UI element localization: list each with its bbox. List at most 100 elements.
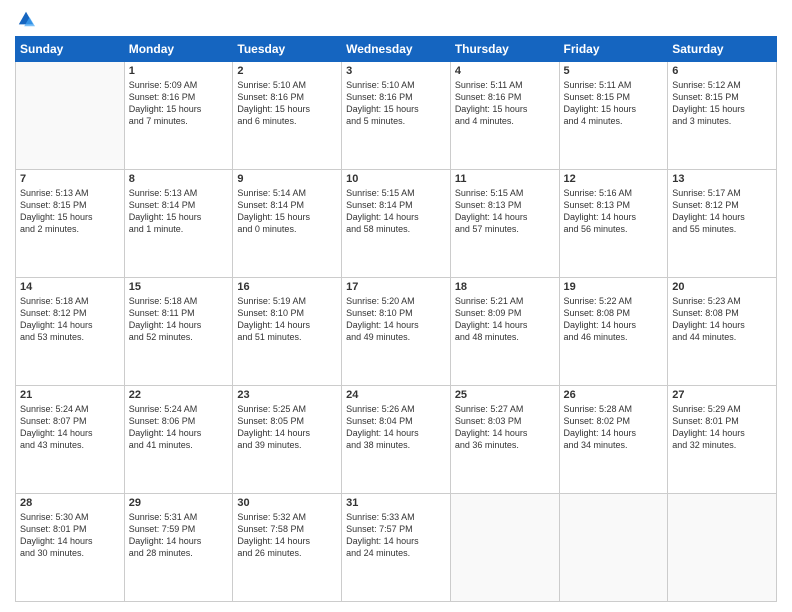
day-info: Sunrise: 5:13 AM Sunset: 8:14 PM Dayligh… xyxy=(129,187,229,236)
day-number: 3 xyxy=(346,65,446,77)
day-cell xyxy=(668,494,777,602)
day-info: Sunrise: 5:10 AM Sunset: 8:16 PM Dayligh… xyxy=(346,79,446,128)
day-cell: 14 Sunrise: 5:18 AM Sunset: 8:12 PM Dayli… xyxy=(16,278,125,386)
day-info: Sunrise: 5:31 AM Sunset: 7:59 PM Dayligh… xyxy=(129,511,229,560)
logo-icon xyxy=(17,10,35,28)
day-cell: 10 Sunrise: 5:15 AM Sunset: 8:14 PM Dayli… xyxy=(342,170,451,278)
day-info: Sunrise: 5:33 AM Sunset: 7:57 PM Dayligh… xyxy=(346,511,446,560)
day-number: 28 xyxy=(20,497,120,509)
day-cell: 8 Sunrise: 5:13 AM Sunset: 8:14 PM Daylig… xyxy=(124,170,233,278)
weekday-header-friday: Friday xyxy=(559,37,668,62)
day-number: 29 xyxy=(129,497,229,509)
day-number: 30 xyxy=(237,497,337,509)
day-info: Sunrise: 5:18 AM Sunset: 8:11 PM Dayligh… xyxy=(129,295,229,344)
day-info: Sunrise: 5:32 AM Sunset: 7:58 PM Dayligh… xyxy=(237,511,337,560)
header xyxy=(15,10,777,28)
day-cell: 21 Sunrise: 5:24 AM Sunset: 8:07 PM Dayli… xyxy=(16,386,125,494)
day-cell: 9Sunrise: 5:14 AM Sunset: 8:14 PM Daylig… xyxy=(233,170,342,278)
week-row-2: 7Sunrise: 5:13 AM Sunset: 8:15 PM Daylig… xyxy=(16,170,777,278)
day-number: 25 xyxy=(455,389,555,401)
weekday-header-tuesday: Tuesday xyxy=(233,37,342,62)
day-info: Sunrise: 5:24 AM Sunset: 8:06 PM Dayligh… xyxy=(129,403,229,452)
day-info: Sunrise: 5:30 AM Sunset: 8:01 PM Dayligh… xyxy=(20,511,120,560)
day-info: Sunrise: 5:15 AM Sunset: 8:13 PM Dayligh… xyxy=(455,187,555,236)
day-cell: 16 Sunrise: 5:19 AM Sunset: 8:10 PM Dayli… xyxy=(233,278,342,386)
week-row-3: 14 Sunrise: 5:18 AM Sunset: 8:12 PM Dayli… xyxy=(16,278,777,386)
day-cell: 12 Sunrise: 5:16 AM Sunset: 8:13 PM Dayli… xyxy=(559,170,668,278)
week-row-4: 21 Sunrise: 5:24 AM Sunset: 8:07 PM Dayli… xyxy=(16,386,777,494)
day-number: 21 xyxy=(20,389,120,401)
day-cell: 24 Sunrise: 5:26 AM Sunset: 8:04 PM Dayli… xyxy=(342,386,451,494)
day-cell: 19Sunrise: 5:22 AM Sunset: 8:08 PM Dayli… xyxy=(559,278,668,386)
day-number: 4 xyxy=(455,65,555,77)
day-cell: 6 Sunrise: 5:12 AM Sunset: 8:15 PM Daylig… xyxy=(668,62,777,170)
day-number: 19 xyxy=(564,281,664,293)
week-row-5: 28 Sunrise: 5:30 AM Sunset: 8:01 PM Dayli… xyxy=(16,494,777,602)
day-number: 1 xyxy=(129,65,229,77)
weekday-header-sunday: Sunday xyxy=(16,37,125,62)
day-info: Sunrise: 5:19 AM Sunset: 8:10 PM Dayligh… xyxy=(237,295,337,344)
calendar-table: SundayMondayTuesdayWednesdayThursdayFrid… xyxy=(15,36,777,602)
day-info: Sunrise: 5:18 AM Sunset: 8:12 PM Dayligh… xyxy=(20,295,120,344)
day-cell: 29 Sunrise: 5:31 AM Sunset: 7:59 PM Dayli… xyxy=(124,494,233,602)
day-cell: 18 Sunrise: 5:21 AM Sunset: 8:09 PM Dayli… xyxy=(450,278,559,386)
day-info: Sunrise: 5:14 AM Sunset: 8:14 PM Dayligh… xyxy=(237,187,337,236)
day-info: Sunrise: 5:24 AM Sunset: 8:07 PM Dayligh… xyxy=(20,403,120,452)
day-info: Sunrise: 5:11 AM Sunset: 8:16 PM Dayligh… xyxy=(455,79,555,128)
day-info: Sunrise: 5:20 AM Sunset: 8:10 PM Dayligh… xyxy=(346,295,446,344)
day-cell: 3 Sunrise: 5:10 AM Sunset: 8:16 PM Daylig… xyxy=(342,62,451,170)
day-cell: 1 Sunrise: 5:09 AM Sunset: 8:16 PM Daylig… xyxy=(124,62,233,170)
day-info: Sunrise: 5:28 AM Sunset: 8:02 PM Dayligh… xyxy=(564,403,664,452)
day-info: Sunrise: 5:25 AM Sunset: 8:05 PM Dayligh… xyxy=(237,403,337,452)
day-info: Sunrise: 5:10 AM Sunset: 8:16 PM Dayligh… xyxy=(237,79,337,128)
day-cell: 17Sunrise: 5:20 AM Sunset: 8:10 PM Dayli… xyxy=(342,278,451,386)
page: SundayMondayTuesdayWednesdayThursdayFrid… xyxy=(0,0,792,612)
day-cell: 2 Sunrise: 5:10 AM Sunset: 8:16 PM Daylig… xyxy=(233,62,342,170)
day-info: Sunrise: 5:12 AM Sunset: 8:15 PM Dayligh… xyxy=(672,79,772,128)
day-number: 23 xyxy=(237,389,337,401)
day-number: 8 xyxy=(129,173,229,185)
day-number: 20 xyxy=(672,281,772,293)
day-info: Sunrise: 5:26 AM Sunset: 8:04 PM Dayligh… xyxy=(346,403,446,452)
weekday-header-thursday: Thursday xyxy=(450,37,559,62)
day-number: 12 xyxy=(564,173,664,185)
day-cell: 7Sunrise: 5:13 AM Sunset: 8:15 PM Daylig… xyxy=(16,170,125,278)
day-info: Sunrise: 5:09 AM Sunset: 8:16 PM Dayligh… xyxy=(129,79,229,128)
day-cell: 31 Sunrise: 5:33 AM Sunset: 7:57 PM Dayli… xyxy=(342,494,451,602)
day-number: 18 xyxy=(455,281,555,293)
day-cell xyxy=(16,62,125,170)
day-info: Sunrise: 5:21 AM Sunset: 8:09 PM Dayligh… xyxy=(455,295,555,344)
day-number: 15 xyxy=(129,281,229,293)
day-cell: 26 Sunrise: 5:28 AM Sunset: 8:02 PM Dayli… xyxy=(559,386,668,494)
day-info: Sunrise: 5:17 AM Sunset: 8:12 PM Dayligh… xyxy=(672,187,772,236)
weekday-header-wednesday: Wednesday xyxy=(342,37,451,62)
day-cell xyxy=(559,494,668,602)
day-number: 14 xyxy=(20,281,120,293)
day-cell: 20Sunrise: 5:23 AM Sunset: 8:08 PM Dayli… xyxy=(668,278,777,386)
day-number: 7 xyxy=(20,173,120,185)
day-number: 5 xyxy=(564,65,664,77)
day-number: 10 xyxy=(346,173,446,185)
day-number: 2 xyxy=(237,65,337,77)
day-cell: 13 Sunrise: 5:17 AM Sunset: 8:12 PM Dayli… xyxy=(668,170,777,278)
day-number: 26 xyxy=(564,389,664,401)
day-number: 27 xyxy=(672,389,772,401)
day-cell: 23 Sunrise: 5:25 AM Sunset: 8:05 PM Dayli… xyxy=(233,386,342,494)
day-info: Sunrise: 5:15 AM Sunset: 8:14 PM Dayligh… xyxy=(346,187,446,236)
day-cell xyxy=(450,494,559,602)
day-cell: 5Sunrise: 5:11 AM Sunset: 8:15 PM Daylig… xyxy=(559,62,668,170)
day-info: Sunrise: 5:27 AM Sunset: 8:03 PM Dayligh… xyxy=(455,403,555,452)
day-info: Sunrise: 5:16 AM Sunset: 8:13 PM Dayligh… xyxy=(564,187,664,236)
weekday-header-row: SundayMondayTuesdayWednesdayThursdayFrid… xyxy=(16,37,777,62)
weekday-header-saturday: Saturday xyxy=(668,37,777,62)
day-number: 16 xyxy=(237,281,337,293)
day-number: 6 xyxy=(672,65,772,77)
day-cell: 30 Sunrise: 5:32 AM Sunset: 7:58 PM Dayli… xyxy=(233,494,342,602)
day-number: 31 xyxy=(346,497,446,509)
weekday-header-monday: Monday xyxy=(124,37,233,62)
day-cell: 28 Sunrise: 5:30 AM Sunset: 8:01 PM Dayli… xyxy=(16,494,125,602)
logo xyxy=(15,10,35,28)
day-number: 24 xyxy=(346,389,446,401)
day-number: 13 xyxy=(672,173,772,185)
day-info: Sunrise: 5:29 AM Sunset: 8:01 PM Dayligh… xyxy=(672,403,772,452)
